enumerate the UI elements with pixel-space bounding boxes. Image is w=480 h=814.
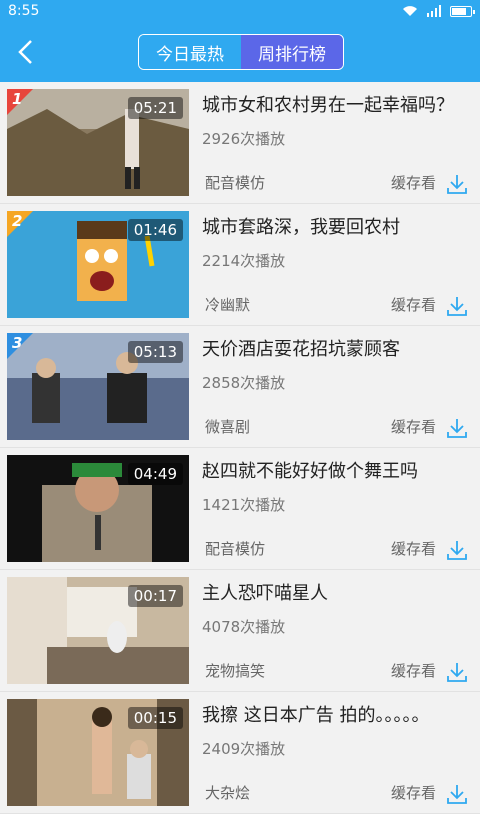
video-title[interactable]: 主人恐吓喵星人 [202, 582, 460, 606]
category-tag[interactable]: 微喜剧 [205, 416, 250, 437]
download-icon[interactable] [446, 417, 468, 439]
video-title[interactable]: 城市女和农村男在一起幸福吗？ [202, 94, 460, 118]
cache-watch-button[interactable]: 缓存看 [391, 538, 436, 559]
nav-bar: 今日最热 周排行榜 [0, 22, 480, 82]
duration-badge: 00:17 [127, 585, 183, 607]
video-title[interactable]: 城市套路深，我要回农村 [202, 216, 460, 240]
video-thumbnail[interactable]: 00:15 [7, 699, 189, 806]
chevron-left-icon [18, 40, 32, 64]
duration-badge: 01:46 [127, 219, 183, 241]
category-tag[interactable]: 冷幽默 [205, 294, 250, 315]
list-item[interactable]: 3 05:13 天价酒店耍花招坑蒙顾客 2858次播放 微喜剧 缓存看 [0, 326, 480, 448]
rank-number: 2 [12, 212, 23, 230]
category-tag[interactable]: 配音模仿 [205, 172, 265, 193]
video-thumbnail[interactable]: 00:17 [7, 577, 189, 684]
video-list: 1 05:21 城市女和农村男在一起幸福吗？ 2926次播放 配音模仿 缓存看 … [0, 82, 480, 814]
video-thumbnail[interactable]: 04:49 [7, 455, 189, 562]
download-icon[interactable] [446, 661, 468, 683]
rank-number: 1 [12, 90, 23, 108]
tab-switcher: 今日最热 周排行榜 [138, 34, 344, 70]
cache-watch-button[interactable]: 缓存看 [391, 416, 436, 437]
duration-badge: 00:15 [127, 707, 183, 729]
rank-number: 3 [12, 334, 23, 352]
list-item[interactable]: 00:15 我擦 这日本广告 拍的。。。。。 2409次播放 大杂烩 缓存看 [0, 692, 480, 814]
cache-watch-button[interactable]: 缓存看 [391, 294, 436, 315]
video-title[interactable]: 天价酒店耍花招坑蒙顾客 [202, 338, 460, 362]
back-button[interactable] [6, 32, 46, 72]
wifi-icon [403, 6, 417, 16]
play-count: 4078次播放 [202, 618, 286, 636]
status-icons [402, 5, 475, 17]
cache-watch-button[interactable]: 缓存看 [391, 172, 436, 193]
download-icon[interactable] [446, 783, 468, 805]
play-count: 2409次播放 [202, 740, 286, 758]
download-icon[interactable] [446, 539, 468, 561]
battery-level [452, 7, 467, 15]
play-count: 2926次播放 [202, 130, 286, 148]
tab-today-hot[interactable]: 今日最热 [139, 35, 241, 69]
battery-icon [450, 5, 475, 17]
download-icon[interactable] [446, 295, 468, 317]
video-thumbnail[interactable]: 1 05:21 [7, 89, 189, 196]
duration-badge: 05:21 [127, 97, 183, 119]
list-item[interactable]: 2 01:46 城市套路深，我要回农村 2214次播放 冷幽默 缓存看 [0, 204, 480, 326]
video-thumbnail[interactable]: 3 05:13 [7, 333, 189, 440]
play-count: 1421次播放 [202, 496, 286, 514]
list-item[interactable]: 00:17 主人恐吓喵星人 4078次播放 宠物搞笑 缓存看 [0, 570, 480, 692]
list-item[interactable]: 04:49 赵四就不能好好做个舞王吗 1421次播放 配音模仿 缓存看 [0, 448, 480, 570]
video-thumbnail[interactable]: 2 01:46 [7, 211, 189, 318]
video-title[interactable]: 赵四就不能好好做个舞王吗 [202, 460, 460, 484]
category-tag[interactable]: 配音模仿 [205, 538, 265, 559]
tab-weekly-ranking[interactable]: 周排行榜 [241, 35, 343, 69]
list-item[interactable]: 1 05:21 城市女和农村男在一起幸福吗？ 2926次播放 配音模仿 缓存看 [0, 82, 480, 204]
signal-icon [427, 5, 441, 17]
play-count: 2858次播放 [202, 374, 286, 392]
download-icon[interactable] [446, 173, 468, 195]
status-time: 8:55 [8, 3, 40, 19]
cache-watch-button[interactable]: 缓存看 [391, 660, 436, 681]
duration-badge: 04:49 [127, 463, 183, 485]
video-title[interactable]: 我擦 这日本广告 拍的。。。。。 [202, 704, 460, 728]
play-count: 2214次播放 [202, 252, 286, 270]
category-tag[interactable]: 宠物搞笑 [205, 660, 265, 681]
duration-badge: 05:13 [127, 341, 183, 363]
status-bar: 8:55 [0, 0, 480, 22]
